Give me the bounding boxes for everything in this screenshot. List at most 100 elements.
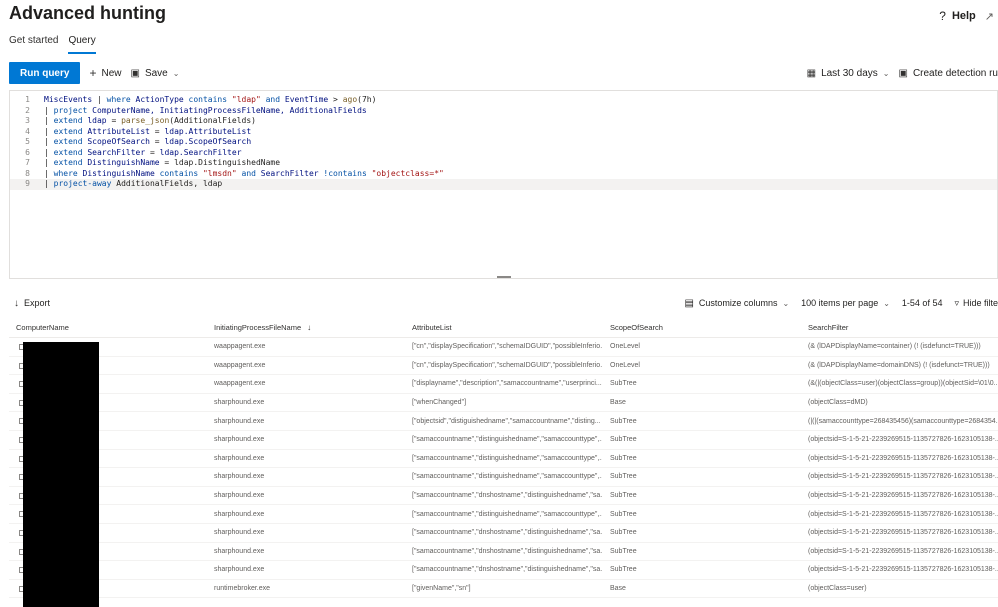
save-label: Save — [144, 67, 168, 79]
redaction-block — [23, 342, 99, 607]
code-token: project-away — [53, 179, 117, 188]
code-token: extend — [53, 147, 88, 157]
columns-icon: ▤ — [684, 297, 694, 309]
run-query-button[interactable]: Run query — [9, 62, 81, 84]
table-row[interactable]: sharphound.exe ["objectsid","distiguished… — [9, 412, 998, 431]
table-cell: sharphound.exe — [214, 454, 265, 462]
tab-get-started[interactable]: Get started — [9, 35, 58, 54]
code-token: AdditionalFields, ldap — [116, 179, 223, 188]
table-cell: (|(|(samaccounttype=268435456)(samaccoun… — [808, 417, 998, 425]
table-row[interactable]: sharphound.exe ["samaccountname","dnshost… — [9, 524, 998, 543]
query-editor[interactable]: 1 MiscEvents | where ActionType contains … — [9, 90, 998, 279]
table-row[interactable]: waappagent.exe ["displayname","descriptio… — [9, 375, 998, 394]
code-token: project — [53, 105, 93, 115]
table-cell: sharphound.exe — [214, 436, 265, 444]
table-row[interactable]: runtimebroker.exe ["givenName","sn"] Base (… — [9, 580, 998, 599]
line-number: 4 — [25, 126, 30, 136]
question-icon: ? — [939, 9, 946, 23]
table-row[interactable]: sharphound.exe ["samaccountname","disting… — [9, 505, 998, 524]
column-header[interactable]: SearchFilter — [808, 318, 998, 337]
code-line[interactable]: 1 MiscEvents | where ActionType contains … — [10, 95, 997, 106]
new-button[interactable]: + New — [89, 66, 121, 80]
line-number: 6 — [25, 147, 30, 157]
code-line[interactable]: 9 | project-away AdditionalFields, ldap — [10, 179, 997, 190]
table-cell: SubTree — [610, 473, 637, 481]
table-cell: sharphound.exe — [214, 529, 265, 537]
customize-columns-label: Customize columns — [698, 298, 778, 308]
table-cell: (& (lDAPDisplayName=domainDNS) (! (isdef… — [808, 361, 990, 369]
column-header[interactable]: AttributeList — [412, 318, 602, 337]
items-per-page-dropdown[interactable]: 100 items per page ⌄ — [801, 298, 890, 308]
code-token: SearchFilter — [87, 147, 150, 157]
resize-handle[interactable] — [497, 276, 511, 278]
table-cell: SubTree — [610, 454, 637, 462]
save-icon: ▣ — [130, 67, 140, 79]
code-token: | — [44, 116, 54, 125]
column-header[interactable]: ScopeOfSearch — [610, 318, 800, 337]
export-button[interactable]: ↓ Export — [14, 298, 50, 309]
table-body: waappagent.exe ["cn","displaySpecificatio… — [9, 338, 998, 599]
code-line[interactable]: 2 | project ComputerName, InitiatingProce… — [10, 106, 997, 117]
code-token: extend — [53, 116, 88, 125]
code-token: | — [96, 95, 107, 104]
code-token: | — [44, 126, 54, 136]
create-detection-rule-button[interactable]: ▣ Create detection ru — [898, 68, 998, 79]
table-cell: (objectsid=S-1-5-21-2239269515-113572782… — [808, 510, 998, 518]
code-line[interactable]: 7 | extend DistinguishName = ldap.Disting… — [10, 158, 997, 169]
code-token: AttributeList — [87, 126, 155, 136]
table-cell: ["samaccountname","dnshostname","disting… — [412, 566, 602, 574]
code-token: (7h) — [357, 95, 377, 104]
table-row[interactable]: sharphound.exe ["samaccountname","dnshost… — [9, 543, 998, 562]
column-header-label: InitiatingProcessFileName — [214, 323, 302, 332]
table-cell: SubTree — [610, 492, 637, 500]
time-range-dropdown[interactable]: ▦ Last 30 days ⌄ — [807, 68, 890, 79]
code-line[interactable]: 5 | extend ScopeOfSearch = ldap.ScopeOfSe… — [10, 137, 997, 148]
code-token: DistinguishName — [82, 168, 160, 178]
table-row[interactable]: waappagent.exe ["cn","displaySpecificatio… — [9, 357, 998, 376]
table-cell: (objectClass=user) — [808, 585, 867, 593]
table-row[interactable]: sharphound.exe ["samaccountname","disting… — [9, 468, 998, 487]
table-cell: (objectsid=S-1-5-21-2239269515-113572782… — [808, 566, 998, 574]
code-line[interactable]: 6 | extend SearchFilter = ldap.SearchFilt… — [10, 148, 997, 159]
column-header[interactable]: InitiatingProcessFileName ↓ — [214, 318, 404, 337]
code-token: | — [44, 137, 54, 146]
column-header[interactable]: ComputerName — [16, 318, 206, 337]
table-row[interactable]: sharphound.exe ["whenChanged"] Base (object… — [9, 394, 998, 413]
code-line[interactable]: 8 | where DistinguishName contains "lmsdn… — [10, 169, 997, 180]
table-cell: ["samaccountname","dnshostname","disting… — [412, 547, 602, 555]
code-line[interactable]: 4 | extend AttributeList = ldap.Attribute… — [10, 127, 997, 138]
code-token: ago — [342, 95, 358, 104]
table-cell: sharphound.exe — [214, 492, 265, 500]
hide-filter-label: Hide filte — [962, 298, 998, 308]
table-cell: ["cn","displaySpecification","schemaIDGU… — [412, 361, 602, 369]
code-token: contains — [188, 95, 232, 104]
table-cell: OneLevel — [610, 361, 640, 369]
code-token: ldap.SearchFilter — [159, 147, 242, 157]
table-row[interactable]: sharphound.exe ["samaccountname","disting… — [9, 450, 998, 469]
table-cell: sharphound.exe — [214, 399, 265, 407]
table-row[interactable]: waappagent.exe ["cn","displaySpecificatio… — [9, 338, 998, 357]
table-cell: Base — [610, 399, 626, 407]
expand-icon[interactable]: ↗ — [985, 10, 994, 23]
code-token: = — [154, 126, 165, 136]
table-row[interactable]: sharphound.exe ["samaccountname","dnshost… — [9, 561, 998, 580]
code-text: | extend ScopeOfSearch = ldap.ScopeOfSea… — [44, 137, 251, 148]
tab-query[interactable]: Query — [68, 35, 96, 54]
code-token: MiscEvents — [44, 95, 97, 104]
table-cell: sharphound.exe — [214, 547, 265, 555]
table-cell: SubTree — [610, 547, 637, 555]
chevron-down-icon: ⌄ — [882, 68, 890, 78]
table-row[interactable]: sharphound.exe ["samaccountname","dnshost… — [9, 487, 998, 506]
code-token: and — [260, 95, 285, 104]
table-cell: SubTree — [610, 510, 637, 518]
customize-columns-button[interactable]: ▤ Customize columns ⌄ — [684, 298, 789, 309]
table-cell: ["samaccountname","distinguishedname","s… — [412, 436, 602, 444]
help-link[interactable]: ? Help ↗ — [939, 9, 994, 23]
save-button[interactable]: ▣ Save ⌄ — [130, 68, 179, 79]
code-line[interactable]: 3 | extend ldap = parse_json(AdditionalFi… — [10, 116, 997, 127]
table-row[interactable]: sharphound.exe ["samaccountname","disting… — [9, 431, 998, 450]
hide-filter-button[interactable]: ▿ Hide filte — [954, 298, 998, 309]
tab-bar: Get started Query — [9, 35, 96, 54]
code-token: SearchFilter — [260, 168, 324, 178]
code-text: | extend DistinguishName = ldap.Distingu… — [44, 158, 280, 169]
